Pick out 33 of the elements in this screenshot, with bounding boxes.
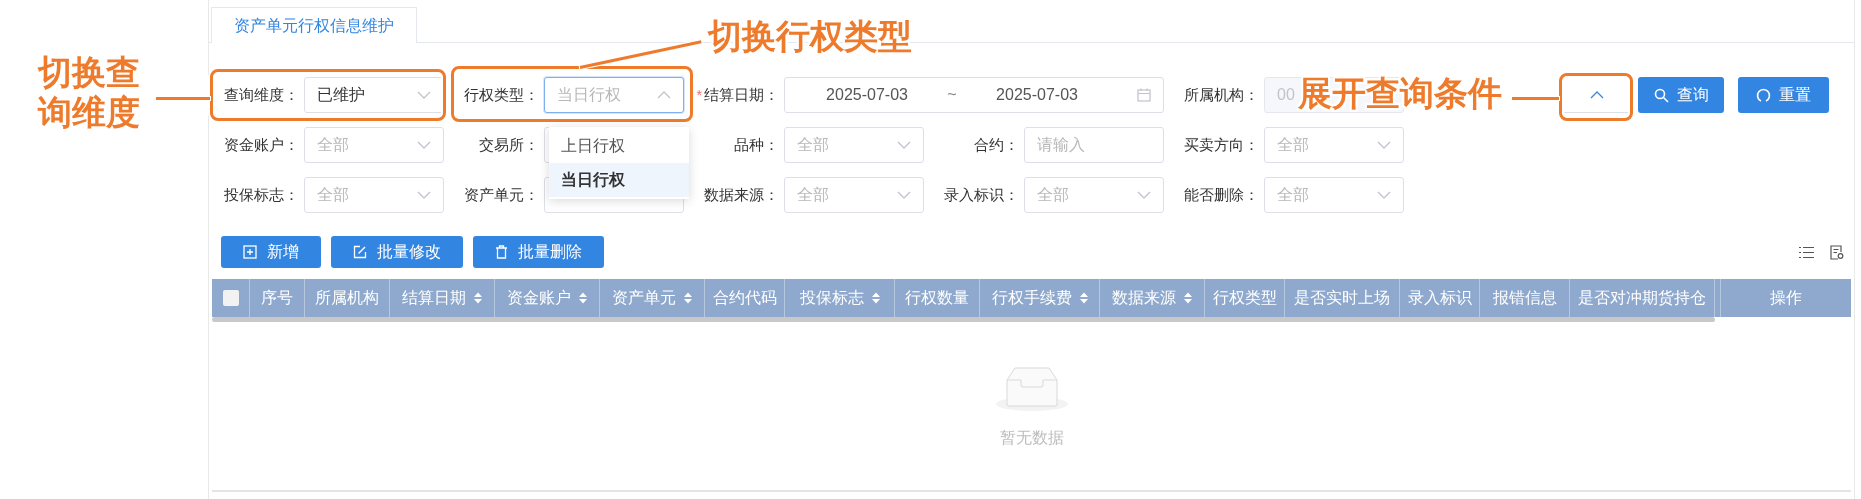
select-placeholder: 全部	[797, 185, 829, 205]
select-placeholder: 全部	[1277, 185, 1309, 205]
start-date: 2025-07-03	[825, 85, 909, 105]
select-value: 当日行权	[557, 85, 621, 105]
select-placeholder: 全部	[317, 185, 349, 205]
field-label: 能否删除：	[1184, 184, 1259, 205]
field-label: 数据来源：	[704, 184, 779, 205]
field-label: 交易所：	[479, 134, 539, 155]
field-label: 所属机构：	[1184, 84, 1259, 105]
required-mark: *	[696, 85, 702, 105]
select-value: 已维护	[317, 85, 365, 105]
end-date: 2025-07-03	[995, 85, 1079, 105]
field-label: 查询维度：	[224, 84, 299, 105]
select-placeholder: 全部	[797, 135, 829, 155]
select-placeholder: 全部	[1277, 135, 1309, 155]
field-label: 投保标志：	[224, 184, 299, 205]
annotation-label: 切换行权类型	[708, 16, 912, 56]
select-placeholder: 全部	[317, 135, 349, 155]
field-label: 资金账户：	[224, 134, 299, 155]
field-label: 合约：	[974, 134, 1019, 155]
field-label: 行权类型：	[464, 84, 539, 105]
column-header: 操作	[1720, 279, 1851, 317]
annotation-label: 切换查询维度	[38, 52, 141, 132]
range-separator: ~	[946, 85, 958, 105]
select-placeholder: 全部	[1037, 185, 1069, 205]
field-label: 结算日期：	[704, 84, 779, 105]
annotation-label: 展开查询条件	[1298, 73, 1502, 113]
field-label: 录入标识：	[944, 184, 1019, 205]
field-label: 资产单元：	[464, 184, 539, 205]
field-label: 买卖方向：	[1184, 134, 1259, 155]
empty-text: 暂无数据	[999, 428, 1064, 448]
field-label: 品种：	[734, 134, 779, 155]
input-placeholder: 请输入	[1037, 135, 1085, 155]
